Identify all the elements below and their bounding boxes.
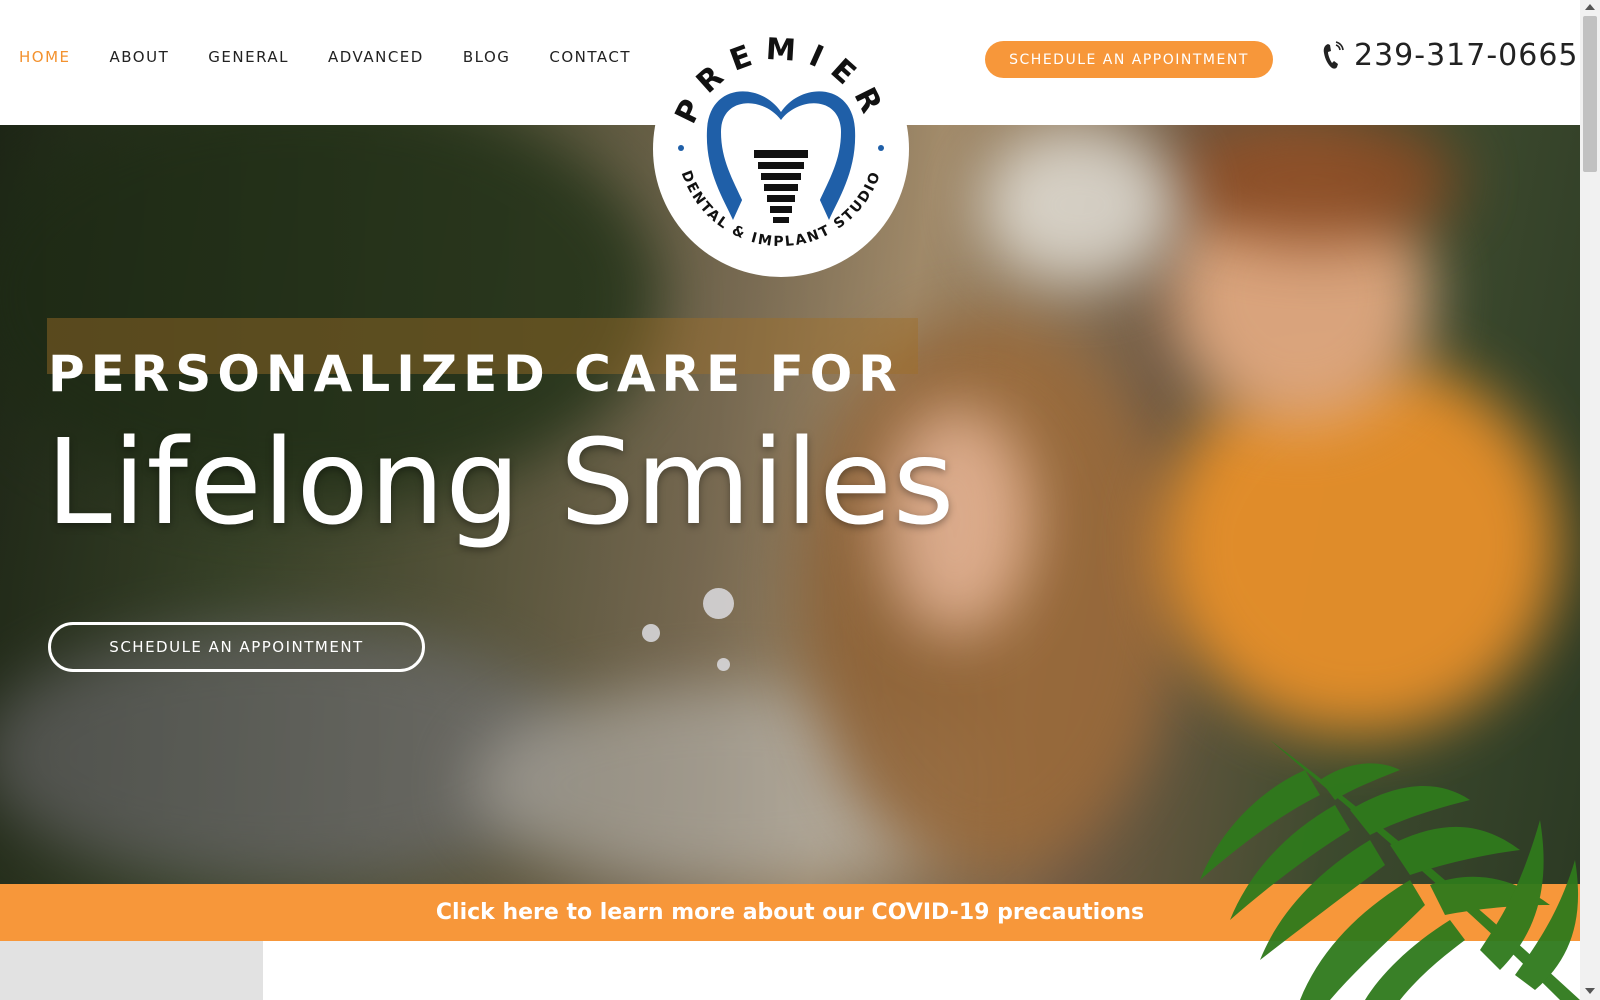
nav-contact[interactable]: CONTACT: [549, 48, 631, 66]
below-sidebar-panel: [0, 941, 263, 1000]
schedule-appointment-button-header[interactable]: SCHEDULE AN APPOINTMENT: [985, 41, 1273, 78]
premier-logo[interactable]: PREMIER DENTAL & IMPLANT STUDIO: [651, 20, 911, 278]
bubble-large: [703, 588, 734, 619]
nav-general[interactable]: GENERAL: [208, 48, 289, 66]
nav-advanced[interactable]: ADVANCED: [328, 48, 424, 66]
palm-leaf-decoration: [1200, 740, 1580, 1000]
schedule-appointment-button-hero[interactable]: SCHEDULE AN APPOINTMENT: [48, 622, 425, 672]
scrollbar-thumb[interactable]: [1583, 16, 1597, 172]
phone-number: 239-317-0665: [1354, 38, 1579, 73]
nav-blog[interactable]: BLOG: [463, 48, 511, 66]
main-nav: HOME ABOUT GENERAL ADVANCED BLOG CONTACT: [19, 48, 670, 66]
bubble-medium: [642, 624, 660, 642]
nav-home[interactable]: HOME: [19, 48, 71, 66]
bubble-small: [717, 658, 730, 671]
phone-link[interactable]: 239-317-0665: [1322, 38, 1579, 73]
nav-about[interactable]: ABOUT: [110, 48, 170, 66]
scroll-up-icon[interactable]: [1585, 4, 1595, 10]
phone-icon: [1323, 40, 1344, 69]
hero-title: Lifelong Smiles: [46, 413, 956, 551]
hero-subtitle: PERSONALIZED CARE FOR: [48, 345, 903, 403]
